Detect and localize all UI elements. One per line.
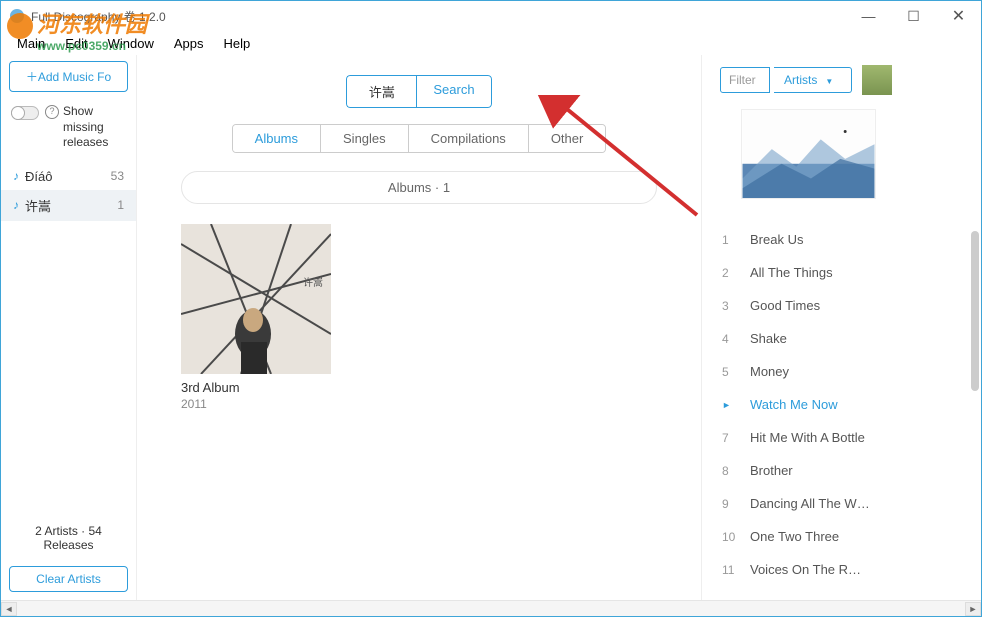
track-row[interactable]: 2All The Things <box>720 256 967 289</box>
music-note-icon: ♪ <box>13 169 19 183</box>
menu-edit[interactable]: Edit <box>55 34 97 53</box>
album-cover: 许嵩 <box>181 224 331 374</box>
help-icon[interactable]: ? <box>45 105 59 119</box>
scroll-right-icon[interactable]: ► <box>965 602 981 616</box>
track-number: 7 <box>722 431 750 445</box>
track-row[interactable]: 5Money <box>720 355 967 388</box>
right-panel: Filter Artists 1Break Us2All The Things3… <box>701 55 981 600</box>
track-number: 1 <box>722 233 750 247</box>
track-name: Dancing All The W… <box>750 496 870 511</box>
add-music-button[interactable]: ＋Add Music Fo <box>9 61 128 92</box>
svg-text:许嵩: 许嵩 <box>303 277 323 289</box>
track-name: Money <box>750 364 789 379</box>
album-card[interactable]: 许嵩 3rd Album 2011 <box>181 224 331 411</box>
track-number: 4 <box>722 332 750 346</box>
search-button[interactable]: Search <box>416 75 491 108</box>
menubar: Main Edit Window Apps Help <box>1 31 981 55</box>
menu-main[interactable]: Main <box>7 34 55 53</box>
artist-name: 许嵩 <box>25 196 51 215</box>
now-playing-cover[interactable] <box>741 109 876 199</box>
track-number: 8 <box>722 464 750 478</box>
track-number: 10 <box>722 530 750 544</box>
artist-item[interactable]: ♪ Đíáô 53 <box>1 163 136 190</box>
track-row[interactable]: 9Dancing All The W… <box>720 487 967 520</box>
app-icon <box>9 8 25 24</box>
album-title: 3rd Album <box>181 380 331 395</box>
track-row[interactable]: 8Brother <box>720 454 967 487</box>
scroll-left-icon[interactable]: ◄ <box>1 602 17 616</box>
tab-albums[interactable]: Albums <box>233 125 321 152</box>
menu-help[interactable]: Help <box>213 34 260 53</box>
track-number: 11 <box>722 563 750 577</box>
track-row[interactable]: 3Good Times <box>720 289 967 322</box>
maximize-button[interactable]: ☐ <box>891 1 936 31</box>
track-name: Brother <box>750 463 793 478</box>
close-button[interactable]: ✕ <box>936 1 981 31</box>
show-missing-toggle[interactable] <box>11 106 39 120</box>
track-name: Shake <box>750 331 787 346</box>
scrollbar-thumb[interactable] <box>971 231 979 391</box>
track-row[interactable]: 10One Two Three <box>720 520 967 553</box>
window-title: Full Discography 卷 1.2.0 <box>31 8 166 25</box>
artist-count: 53 <box>111 169 124 183</box>
menu-window[interactable]: Window <box>98 34 164 53</box>
menu-apps[interactable]: Apps <box>164 34 214 53</box>
track-number: 9 <box>722 497 750 511</box>
artist-list: ♪ Đíáô 53 ♪ 许嵩 1 <box>1 163 136 516</box>
track-name: Break Us <box>750 232 803 247</box>
sidebar-stats: 2 Artists · 54 Releases <box>1 516 136 560</box>
titlebar: Full Discography 卷 1.2.0 — ☐ ✕ <box>1 1 981 31</box>
toggle-label: Show missing releases <box>63 104 126 151</box>
track-name: Hit Me With A Bottle <box>750 430 865 445</box>
annotation-arrow <box>537 95 717 225</box>
track-name: Good Times <box>750 298 820 313</box>
track-name: One Two Three <box>750 529 839 544</box>
track-number: 3 <box>722 299 750 313</box>
search-input[interactable]: 许嵩 <box>346 75 416 108</box>
track-row[interactable]: ►Watch Me Now <box>720 388 967 421</box>
track-name: Watch Me Now <box>750 397 838 412</box>
artist-item[interactable]: ♪ 许嵩 1 <box>1 190 136 221</box>
track-number: 2 <box>722 266 750 280</box>
tab-compilations[interactable]: Compilations <box>409 125 529 152</box>
tab-singles[interactable]: Singles <box>321 125 409 152</box>
artist-name: Đíáô <box>25 169 52 184</box>
minimize-button[interactable]: — <box>846 1 891 31</box>
filter-input[interactable]: Filter <box>720 67 770 93</box>
main-panel: 许嵩 Search Albums Singles Compilations Ot… <box>137 55 701 600</box>
scrollbar[interactable] <box>969 61 979 598</box>
filter-select[interactable]: Artists <box>774 67 852 93</box>
sidebar: ＋Add Music Fo ? Show missing releases ♪ … <box>1 55 137 600</box>
play-icon: ► <box>722 400 750 410</box>
track-row[interactable]: 7Hit Me With A Bottle <box>720 421 967 454</box>
track-list: 1Break Us2All The Things3Good Times4Shak… <box>720 223 967 600</box>
track-number: 5 <box>722 365 750 379</box>
horizontal-scrollbar[interactable]: ◄ ► <box>1 600 981 616</box>
music-note-icon: ♪ <box>13 198 19 212</box>
track-row[interactable]: 4Shake <box>720 322 967 355</box>
artist-count: 1 <box>117 198 124 212</box>
track-row[interactable]: 11Voices On The R… <box>720 553 967 586</box>
album-year: 2011 <box>181 397 331 411</box>
track-name: All The Things <box>750 265 833 280</box>
track-row[interactable]: 1Break Us <box>720 223 967 256</box>
track-name: Voices On The R… <box>750 562 861 577</box>
artist-thumbnail[interactable] <box>862 65 892 95</box>
clear-artists-button[interactable]: Clear Artists <box>9 566 128 592</box>
